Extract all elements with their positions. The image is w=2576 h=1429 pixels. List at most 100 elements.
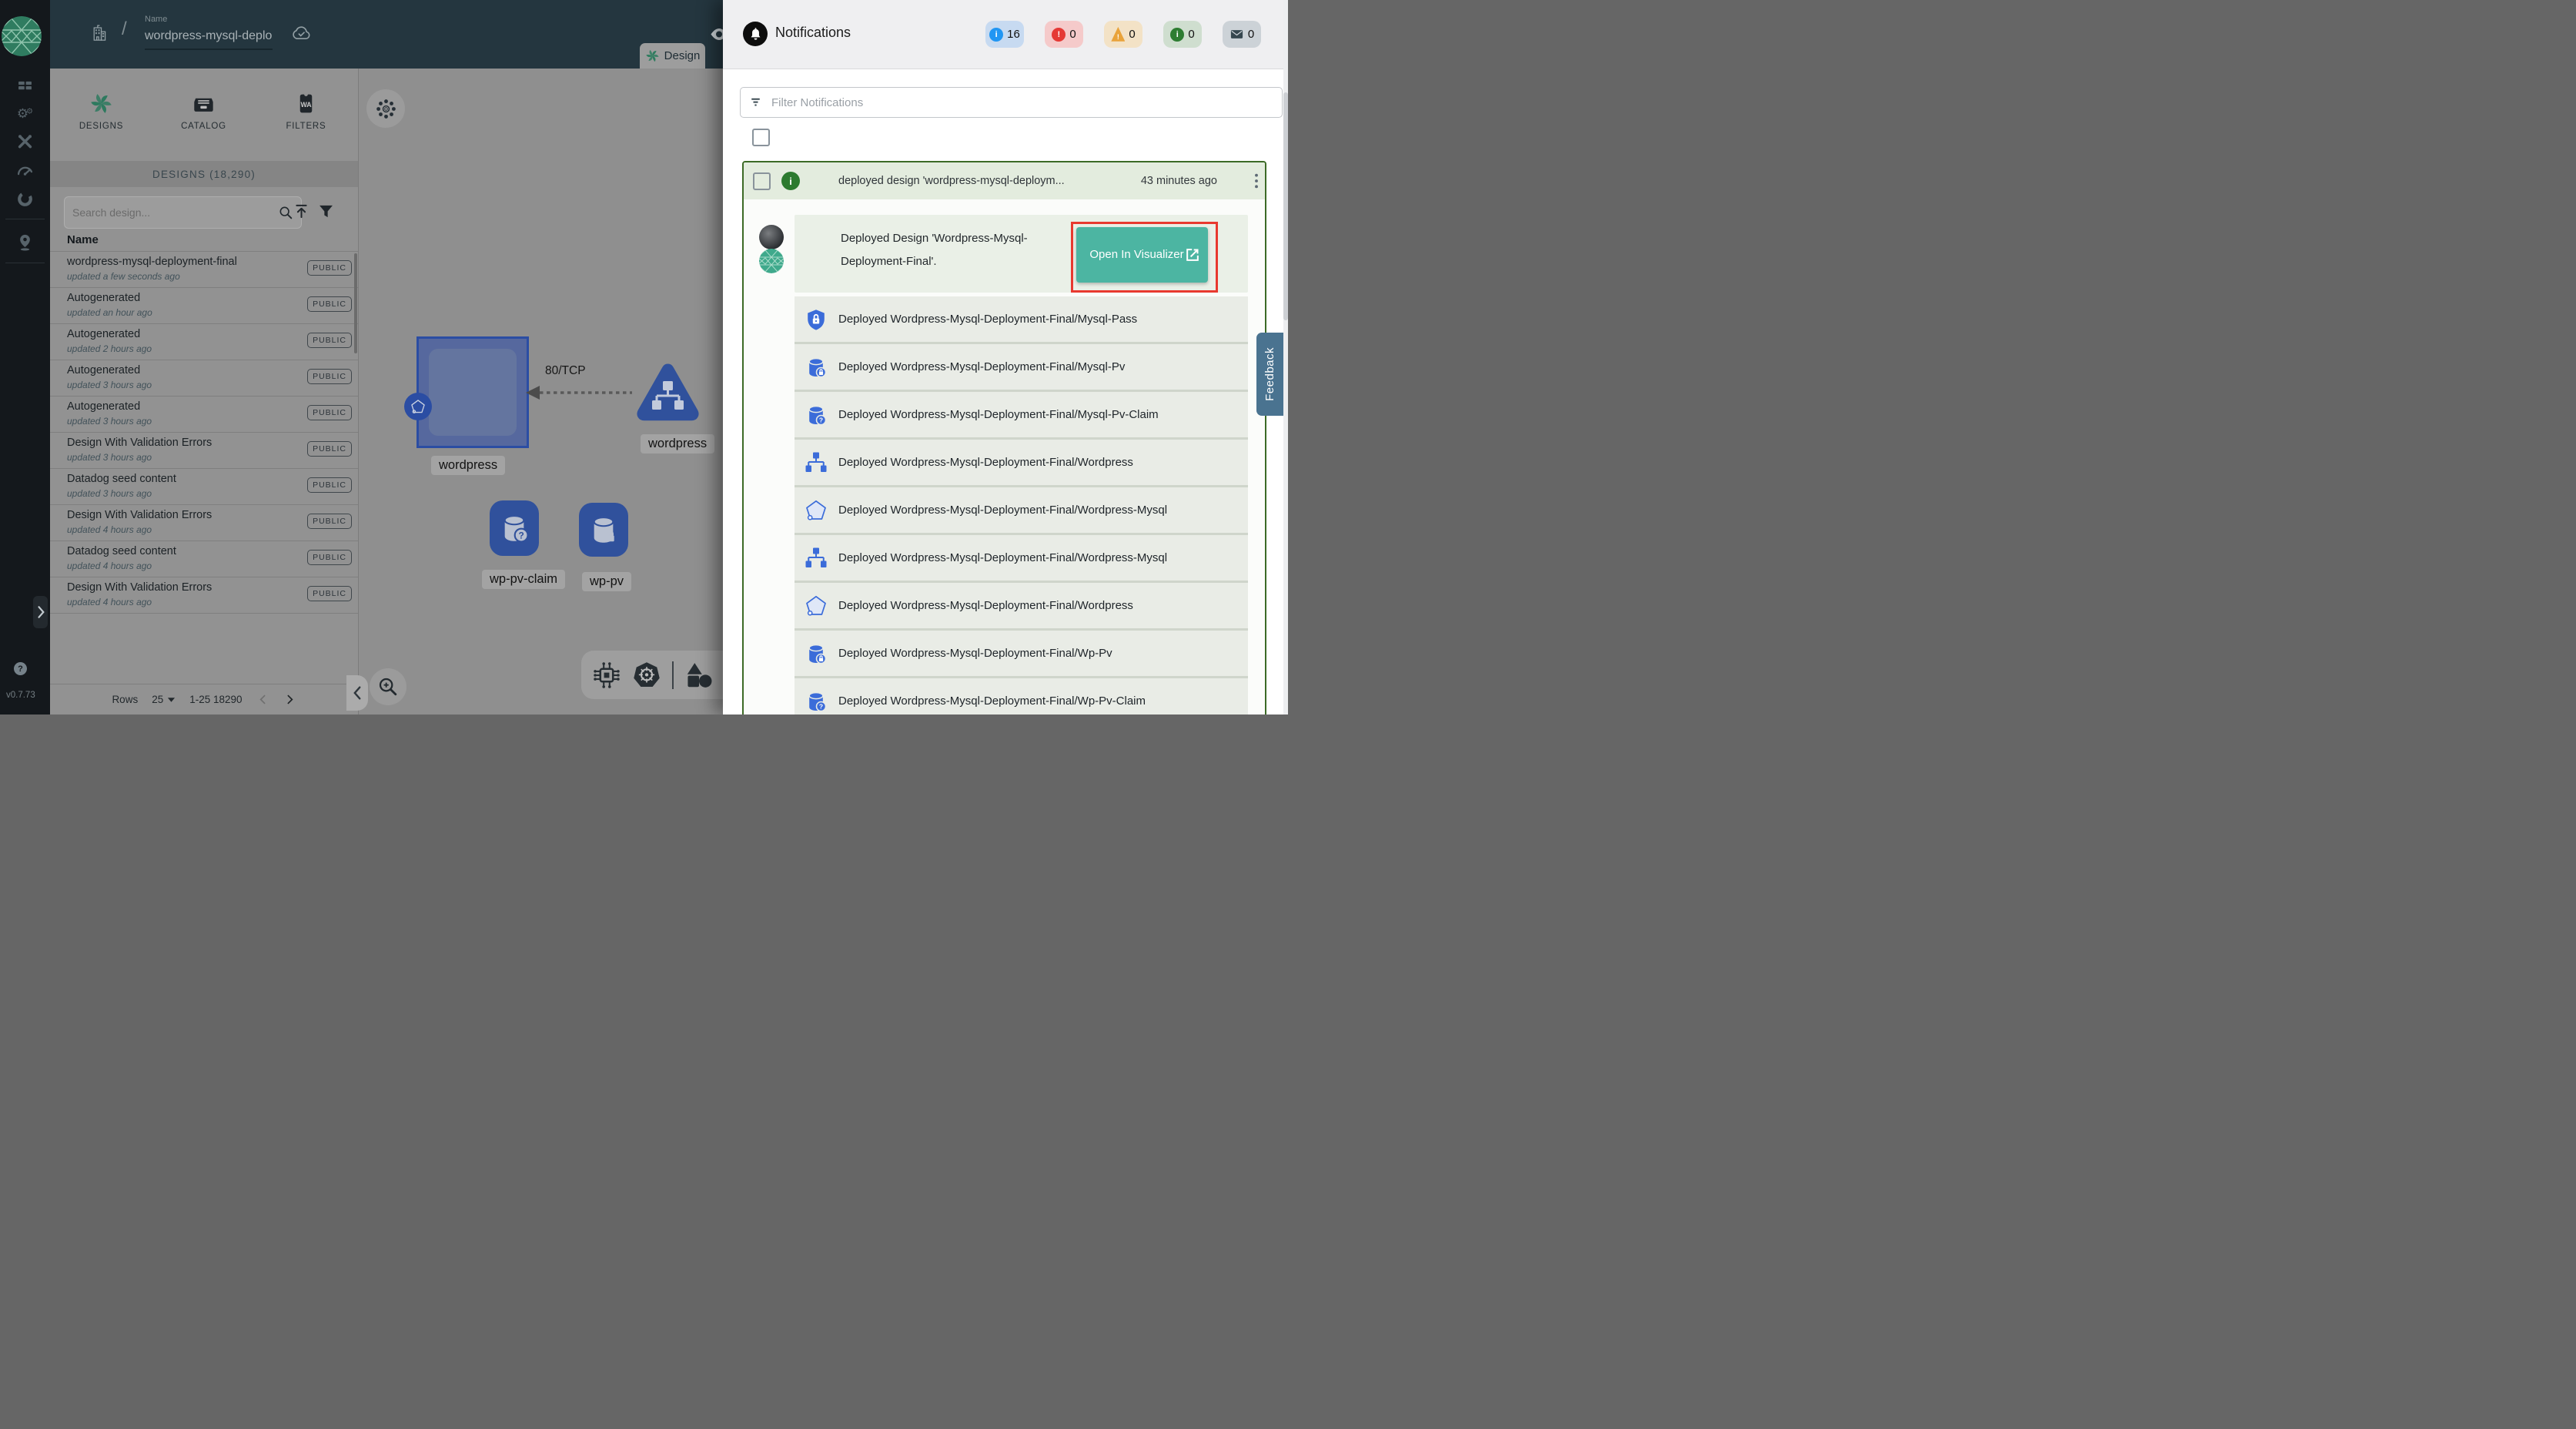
building-icon[interactable] bbox=[91, 22, 108, 42]
event-text: Deployed Wordpress-Mysql-Deployment-Fina… bbox=[838, 504, 1167, 517]
previous-page-button[interactable] bbox=[256, 693, 269, 706]
next-page-button[interactable] bbox=[283, 693, 296, 706]
upload-icon[interactable] bbox=[293, 202, 310, 220]
funnel-icon[interactable] bbox=[317, 202, 335, 220]
badge-warning[interactable]: ! 0 bbox=[1104, 21, 1142, 48]
notification-checkbox[interactable] bbox=[753, 172, 771, 190]
design-list-item[interactable]: Datadog seed content updated 3 hours ago… bbox=[50, 469, 358, 505]
kubernetes-icon[interactable] bbox=[632, 661, 661, 690]
canvas-loader-button[interactable] bbox=[366, 89, 405, 128]
design-updated: updated 3 hours ago bbox=[67, 452, 152, 463]
deployment-event-row[interactable]: Deployed Wordpress-Mysql-Deployment-Fina… bbox=[795, 583, 1248, 628]
tab-filters[interactable]: FILTERS bbox=[255, 69, 357, 155]
sidebar-item-configuration[interactable] bbox=[0, 128, 50, 156]
open-in-visualizer-button[interactable]: Open In Visualizer bbox=[1076, 227, 1208, 283]
sidebar-item-kanvas[interactable] bbox=[0, 228, 50, 256]
deployment-event-row[interactable]: Deployed Wordpress-Mysql-Deployment-Fina… bbox=[795, 440, 1248, 485]
design-updated: updated 2 hours ago bbox=[67, 343, 152, 354]
design-mode-tab[interactable]: Design bbox=[640, 43, 705, 69]
design-list-item[interactable]: wordpress-mysql-deployment-final updated… bbox=[50, 252, 358, 288]
deployment-event-row[interactable]: Deployed Wordpress-Mysql-Deployment-Fina… bbox=[795, 631, 1248, 676]
wordpress-service-node[interactable] bbox=[634, 360, 702, 425]
design-list-item[interactable]: Design With Validation Errors updated 4 … bbox=[50, 505, 358, 541]
mesh-sync-icon bbox=[376, 99, 396, 119]
design-name-input[interactable]: wordpress-mysql-deplo bbox=[145, 29, 273, 43]
meshery-logo-icon[interactable] bbox=[2, 16, 42, 56]
envelope-icon bbox=[1229, 27, 1244, 42]
eye-icon[interactable] bbox=[709, 27, 723, 42]
design-list-item[interactable]: Design With Validation Errors updated 4 … bbox=[50, 577, 358, 614]
chevron-left-icon bbox=[353, 684, 363, 701]
rows-per-page-select[interactable]: 25 bbox=[152, 694, 176, 705]
design-updated: updated an hour ago bbox=[67, 307, 152, 318]
event-text: Deployed Wordpress-Mysql-Deployment-Fina… bbox=[838, 551, 1167, 564]
design-list-item[interactable]: Autogenerated updated 2 hours ago PUBLIC bbox=[50, 324, 358, 360]
severity-count: 0 bbox=[1069, 28, 1076, 41]
design-list-scrollbar[interactable] bbox=[354, 253, 357, 353]
collapse-panel-button[interactable] bbox=[346, 675, 368, 711]
design-list-item[interactable]: Datadog seed content updated 4 hours ago… bbox=[50, 541, 358, 577]
name-field-label: Name bbox=[145, 15, 167, 24]
feedback-tab[interactable]: Feedback bbox=[1256, 333, 1283, 416]
visibility-badge: PUBLIC bbox=[307, 296, 352, 312]
notification-summary: deployed design 'wordpress-mysql-deploym… bbox=[838, 175, 1141, 187]
cloud-check-icon[interactable] bbox=[291, 24, 312, 42]
design-name: Autogenerated bbox=[67, 400, 140, 413]
badge-error[interactable]: ! 0 bbox=[1045, 21, 1083, 48]
expand-sidebar-button[interactable] bbox=[33, 596, 48, 628]
deployment-event-row[interactable]: Deployed Wordpress-Mysql-Deployment-Fina… bbox=[795, 678, 1248, 714]
tab-catalog[interactable]: CATALOG bbox=[152, 69, 255, 155]
edge-port-label: 80/TCP bbox=[545, 364, 586, 378]
volume-lock-icon bbox=[805, 356, 828, 379]
wordpress-deployment-node[interactable] bbox=[417, 336, 529, 448]
volume-claim-icon bbox=[805, 690, 828, 713]
design-name: wordpress-mysql-deployment-final bbox=[67, 256, 237, 268]
badge-informational[interactable]: i 16 bbox=[985, 21, 1024, 48]
top-header: / Name wordpress-mysql-deplo Design bbox=[50, 0, 723, 69]
dock-divider bbox=[672, 661, 674, 689]
zoom-in-button[interactable] bbox=[370, 668, 406, 705]
sidebar-item-lifecycle[interactable] bbox=[0, 99, 50, 128]
design-list-item[interactable]: Design With Validation Errors updated 3 … bbox=[50, 433, 358, 469]
deployment-event-row[interactable]: Deployed Wordpress-Mysql-Deployment-Fina… bbox=[795, 344, 1248, 390]
visibility-badge: PUBLIC bbox=[307, 514, 352, 529]
drawer-scrollbar-thumb[interactable] bbox=[1283, 92, 1288, 320]
search-design-input[interactable]: Search design... bbox=[64, 196, 302, 229]
help-button[interactable]: ? bbox=[14, 662, 27, 675]
deployment-event-row[interactable]: Deployed Wordpress-Mysql-Deployment-Fina… bbox=[795, 296, 1248, 342]
design-list-item[interactable]: Autogenerated updated 3 hours ago PUBLIC bbox=[50, 397, 358, 433]
org-avatar[interactable] bbox=[759, 249, 784, 273]
wp-pv-claim-node[interactable]: ? bbox=[490, 500, 539, 556]
filter-notifications-input[interactable]: Filter Notifications bbox=[740, 87, 1283, 118]
sidebar-item-extensions[interactable] bbox=[0, 185, 50, 213]
wp-pv-node[interactable] bbox=[579, 503, 628, 557]
open-in-visualizer-label: Open In Visualizer bbox=[1089, 246, 1185, 264]
feedback-label: Feedback bbox=[1263, 347, 1276, 401]
event-text: Deployed Wordpress-Mysql-Deployment-Fina… bbox=[838, 360, 1125, 373]
severity-icon: i bbox=[1170, 28, 1184, 42]
more-options-button[interactable] bbox=[1250, 172, 1263, 189]
panel-title: Notifications bbox=[775, 25, 851, 41]
sidebar-item-performance[interactable] bbox=[0, 156, 50, 185]
designs-spiral-icon bbox=[645, 49, 660, 63]
deployment-event-row[interactable]: Deployed Wordpress-Mysql-Deployment-Fina… bbox=[795, 535, 1248, 581]
badge-read[interactable]: 0 bbox=[1223, 21, 1261, 48]
deployment-event-row[interactable]: Deployed Wordpress-Mysql-Deployment-Fina… bbox=[795, 392, 1248, 437]
badge-success[interactable]: i 0 bbox=[1163, 21, 1202, 48]
select-all-checkbox[interactable] bbox=[752, 129, 770, 146]
user-avatar[interactable] bbox=[759, 225, 784, 249]
circuit-icon[interactable] bbox=[592, 661, 621, 690]
shapes-icon[interactable] bbox=[684, 661, 714, 690]
tab-designs[interactable]: DESIGNS bbox=[50, 69, 152, 155]
open-in-new-icon bbox=[1185, 247, 1200, 263]
design-list-item[interactable]: Autogenerated updated an hour ago PUBLIC bbox=[50, 288, 358, 324]
notification-detail-text: Deployed Design 'Wordpress-Mysql-Deploym… bbox=[841, 227, 1033, 273]
notification-card-header[interactable]: i deployed design 'wordpress-mysql-deplo… bbox=[744, 162, 1266, 199]
deployment-event-list: Deployed Wordpress-Mysql-Deployment-Fina… bbox=[795, 296, 1248, 714]
chevron-down-icon bbox=[167, 697, 176, 703]
volume-claim-icon: ? bbox=[498, 512, 530, 544]
deployment-event-row[interactable]: Deployed Wordpress-Mysql-Deployment-Fina… bbox=[795, 487, 1248, 533]
sidebar-item-dashboard[interactable] bbox=[0, 71, 50, 99]
design-list-item[interactable]: Autogenerated updated 3 hours ago PUBLIC bbox=[50, 360, 358, 397]
meshery-kanvas-app: ? v0.7.73 / Name wordpress-mysql-deplo bbox=[0, 0, 1288, 714]
